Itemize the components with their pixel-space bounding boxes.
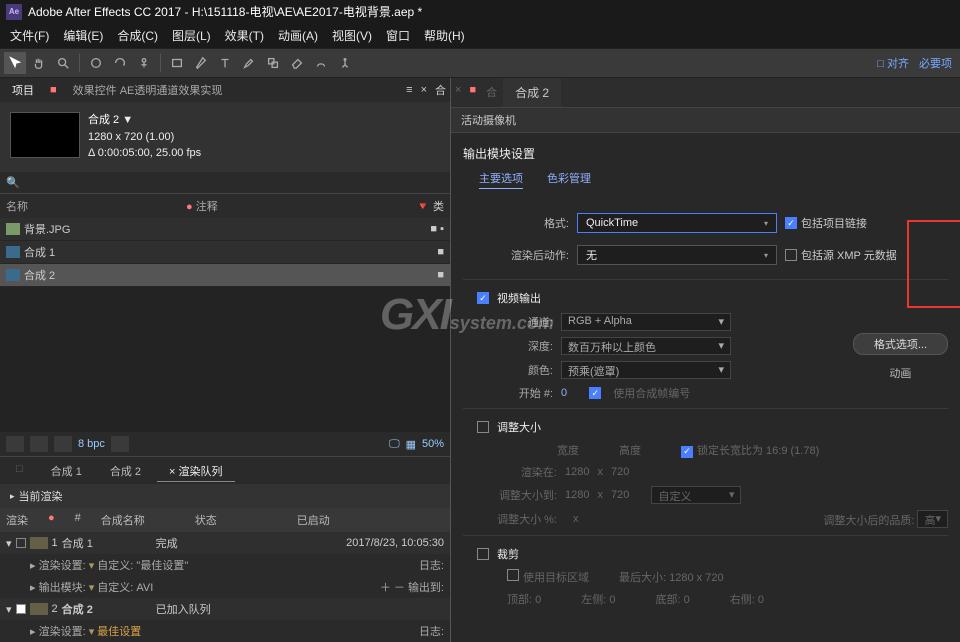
orbit-tool[interactable]	[85, 52, 107, 74]
effectcontrols-tab[interactable]: 效果控件 AE透明通道效果实现	[65, 80, 231, 100]
comp-btn[interactable]	[54, 436, 72, 452]
video-output-check[interactable]: ✓	[477, 292, 489, 304]
col-started: 已启动	[297, 512, 330, 528]
video-output-label: 视频输出	[497, 290, 541, 306]
post-render-select[interactable]: 无▾	[577, 245, 777, 265]
render-item[interactable]: ▾ 2 合成 2 已加入队列	[0, 598, 450, 620]
menu-effect[interactable]: 效果(T)	[219, 25, 270, 46]
folder-btn[interactable]	[30, 436, 48, 452]
crop-label: 裁剪	[497, 546, 519, 562]
search-icon[interactable]: 🔍	[6, 176, 20, 189]
menu-anim[interactable]: 动画(A)	[272, 25, 324, 46]
format-label: 格式:	[479, 215, 569, 231]
resize-preset-select[interactable]: 自定义▾	[651, 486, 741, 504]
selection-tool[interactable]	[4, 52, 26, 74]
col-status: 状态	[195, 512, 217, 528]
interpret-btn[interactable]	[6, 436, 24, 452]
renderqueue-tab[interactable]: × 渲染队列	[157, 459, 234, 482]
app-icon: Ae	[6, 4, 22, 20]
roto-tool[interactable]	[310, 52, 332, 74]
menu-comp[interactable]: 合成(C)	[111, 25, 164, 46]
menu-view[interactable]: 视图(V)	[326, 25, 378, 46]
list-item[interactable]: 合成 1■	[0, 241, 450, 264]
render-item[interactable]: ▾ 1 合成 1 完成 2017/8/23, 10:05:30	[0, 532, 450, 554]
channels-select[interactable]: RGB + Alpha▾	[561, 313, 731, 331]
project-list-header: 名称 ● 注释 🔻 类	[0, 193, 450, 218]
comp-thumbnail	[10, 112, 80, 158]
window-title: Adobe After Effects CC 2017 - H:\151118-…	[28, 3, 422, 20]
col-type[interactable]: 类	[433, 201, 444, 213]
current-render-section[interactable]: 当前渲染	[0, 484, 450, 508]
snap-toggle[interactable]: □ 对齐	[877, 55, 909, 71]
rotate-tool[interactable]	[109, 52, 131, 74]
start-number[interactable]: 0	[561, 387, 567, 399]
quality-select[interactable]: 高▾	[917, 510, 948, 528]
bpc-button[interactable]: 8 bpc	[78, 438, 105, 450]
list-item[interactable]: 合成 2■	[0, 264, 450, 287]
post-render-label: 渲染后动作:	[479, 247, 569, 263]
zoom-tool[interactable]	[52, 52, 74, 74]
trash-btn[interactable]	[111, 436, 129, 452]
menubar: 文件(F) 编辑(E) 合成(C) 图层(L) 效果(T) 动画(A) 视图(V…	[0, 23, 960, 48]
hand-tool[interactable]	[28, 52, 50, 74]
puppet-tool[interactable]	[334, 52, 356, 74]
timeline-tab[interactable]: 合成 1	[39, 459, 94, 482]
text-tool[interactable]	[214, 52, 236, 74]
include-project-link-check[interactable]: ✓包括项目链接	[785, 215, 867, 231]
use-comp-frame-check[interactable]: ✓	[589, 387, 601, 399]
col-num: #	[75, 512, 81, 528]
depth-select[interactable]: 数百万种以上颜色▾	[561, 337, 731, 355]
dialog-title: 输出模块设置	[463, 139, 948, 170]
eraser-tool[interactable]	[286, 52, 308, 74]
menu-layer[interactable]: 图层(L)	[166, 25, 217, 46]
col-render: 渲染	[6, 512, 28, 528]
brush-tool[interactable]	[238, 52, 260, 74]
col-compname: 合成名称	[101, 512, 145, 528]
zoom-level[interactable]: 50%	[422, 438, 444, 450]
comp-dropdown-icon[interactable]: ▼	[122, 114, 133, 126]
active-camera-label[interactable]: 活动摄像机	[451, 108, 960, 133]
menu-file[interactable]: 文件(F)	[4, 25, 55, 46]
comp-viewer-tab[interactable]: 合成 2	[503, 78, 561, 107]
include-xmp-check[interactable]: 包括源 XMP 元数据	[785, 247, 897, 263]
menu-window[interactable]: 窗口	[380, 25, 416, 46]
main-options-tab[interactable]: 主要选项	[479, 170, 523, 189]
anchor-tool[interactable]	[133, 52, 155, 74]
timeline-tab[interactable]: 合成 2	[98, 459, 153, 482]
resize-label: 调整大小	[497, 419, 541, 435]
pen-tool[interactable]	[190, 52, 212, 74]
color-management-tab[interactable]: 色彩管理	[547, 170, 591, 189]
list-item[interactable]: 背景.JPG■ ▪	[0, 218, 450, 241]
clone-tool[interactable]	[262, 52, 284, 74]
toolbar: □ 对齐 必要项	[0, 48, 960, 78]
col-notes[interactable]: 注释	[196, 201, 218, 213]
col-name[interactable]: 名称	[6, 198, 186, 214]
menu-edit[interactable]: 编辑(E)	[57, 25, 109, 46]
comp-dimensions: 1280 x 720 (1.00)	[88, 129, 201, 146]
format-select[interactable]: QuickTime▾	[577, 213, 777, 233]
format-options-button[interactable]: 格式选项...	[853, 333, 948, 355]
resize-check[interactable]	[477, 421, 489, 433]
project-tab[interactable]: 项目	[4, 80, 42, 100]
menu-help[interactable]: 帮助(H)	[418, 25, 471, 46]
essential-panel[interactable]: 必要项	[919, 55, 952, 71]
crop-check[interactable]	[477, 548, 489, 560]
comp-name: 合成 2	[88, 114, 119, 126]
comp-duration: Δ 0:00:05:00, 25.00 fps	[88, 145, 201, 162]
color-select[interactable]: 预乘(遮罩)▾	[561, 361, 731, 379]
codec-label: 动画	[853, 365, 948, 381]
rect-tool[interactable]	[166, 52, 188, 74]
